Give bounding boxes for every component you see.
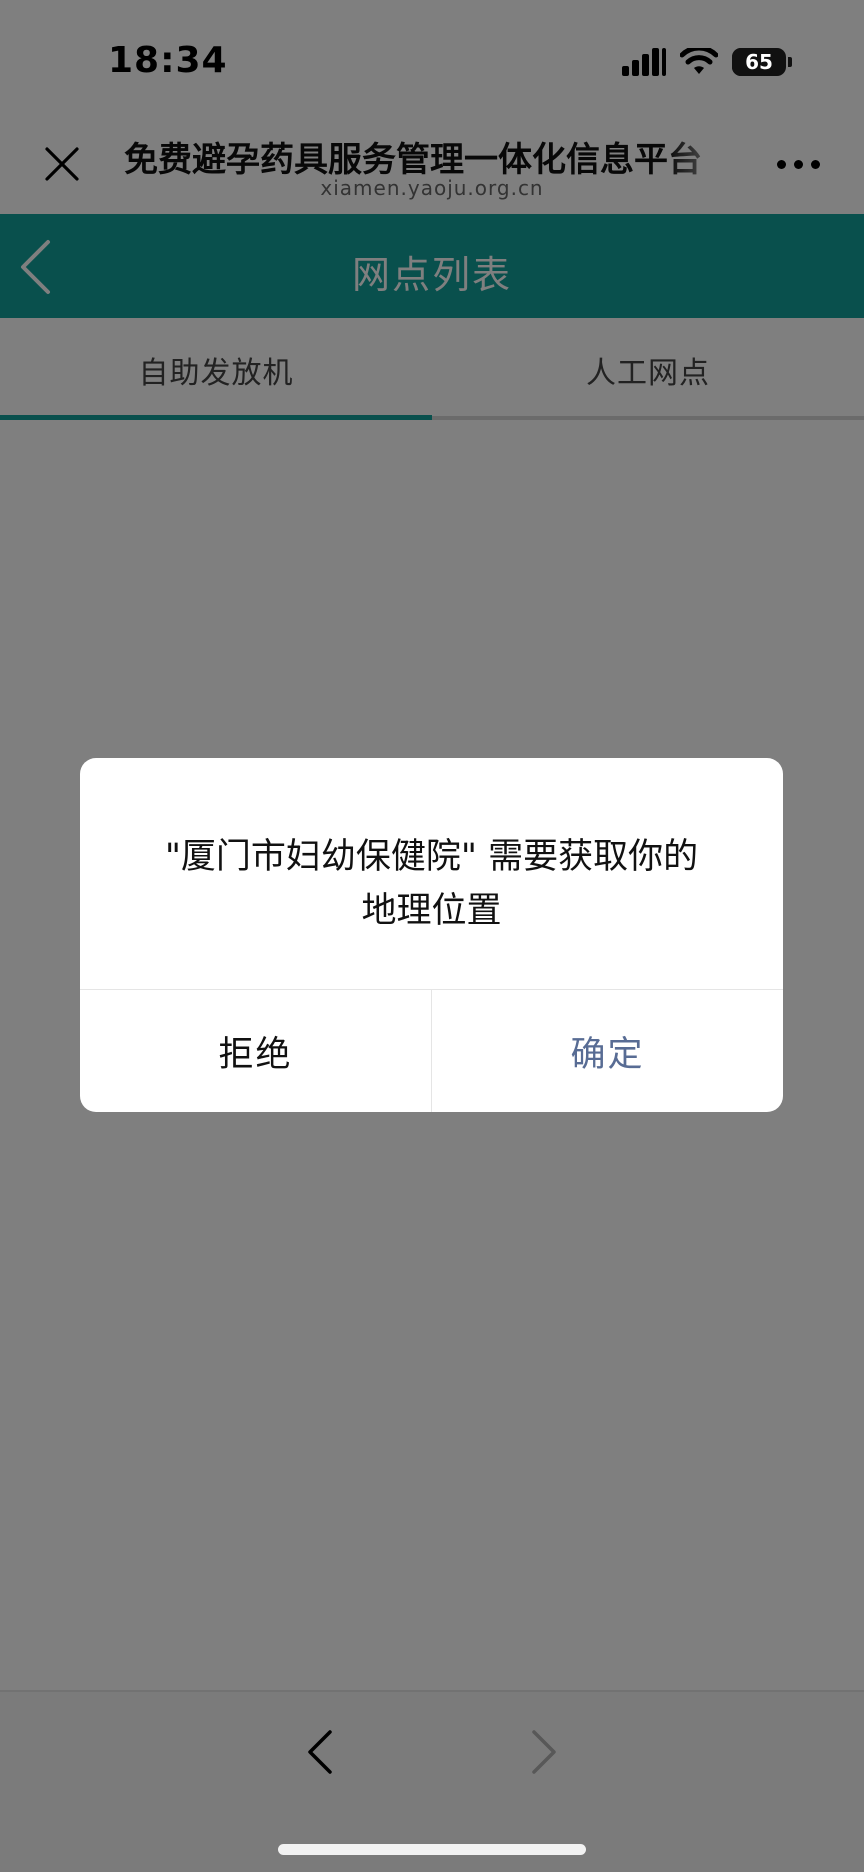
dialog-message-line-1: "厦门市妇幼保健院" 需要获取你的: [164, 837, 699, 877]
dialog-actions: 拒绝 确定: [80, 989, 783, 1112]
home-indicator: [278, 1844, 586, 1855]
battery-level-text: 65: [745, 50, 773, 74]
page: 18:34 65 免费避孕药: [0, 0, 864, 1872]
location-permission-dialog: "厦门市妇幼保健院" 需要获取你的 地理位置 拒绝 确定: [80, 758, 783, 1112]
dialog-message-line-2: 地理位置: [361, 891, 502, 931]
reject-button[interactable]: 拒绝: [80, 990, 432, 1112]
dialog-message: "厦门市妇幼保健院" 需要获取你的 地理位置: [120, 830, 743, 938]
confirm-button[interactable]: 确定: [432, 990, 783, 1112]
